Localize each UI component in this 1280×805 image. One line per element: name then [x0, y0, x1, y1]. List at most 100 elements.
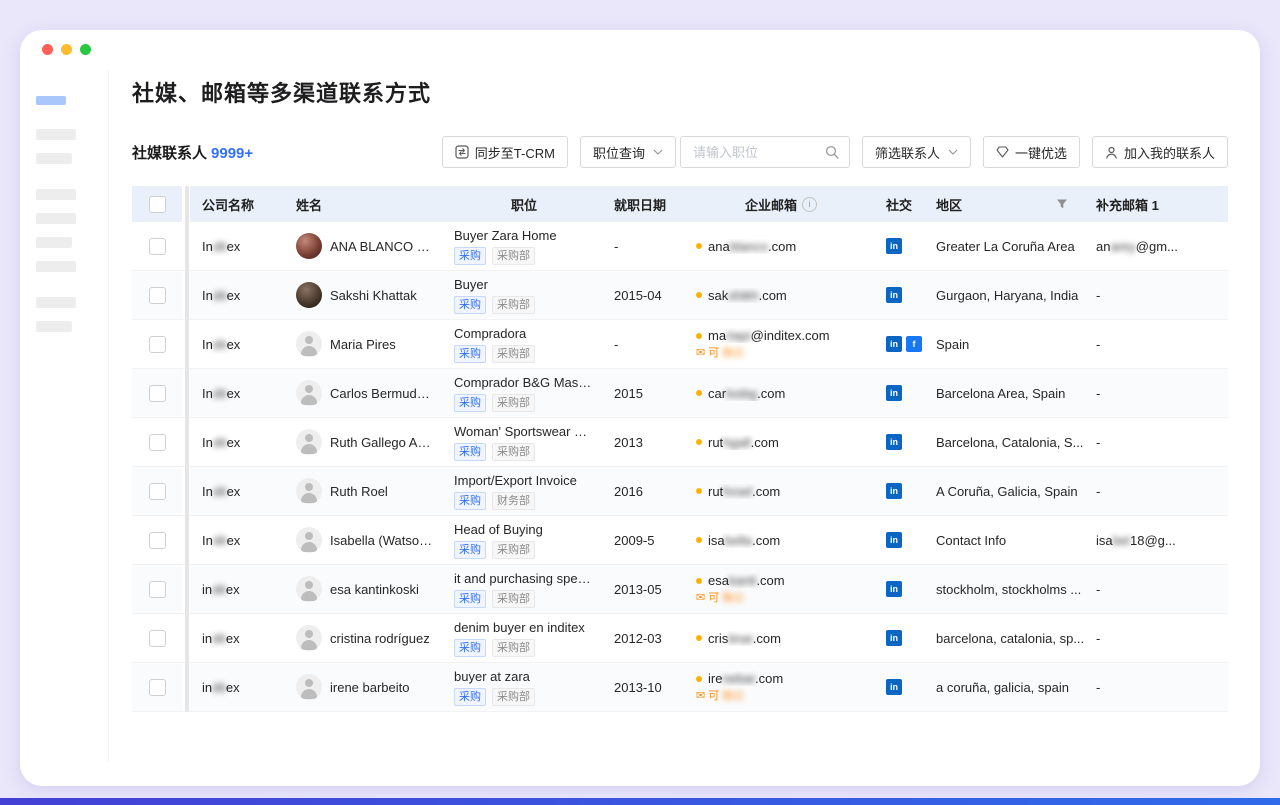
email-status-dot	[696, 537, 702, 543]
region: Greater La Coruña Area	[924, 222, 1084, 270]
extra-email: isabel18@g...	[1084, 516, 1228, 564]
contact-name: Maria Pires	[330, 337, 396, 352]
position-search-group: 职位查询	[580, 136, 850, 168]
zoom-button[interactable]	[80, 44, 91, 55]
social-icons: in	[874, 222, 924, 270]
extra-email: -	[1084, 467, 1228, 515]
sync-to-crm-button[interactable]: 同步至T-CRM	[442, 136, 568, 168]
position-query-dropdown[interactable]: 职位查询	[580, 136, 676, 168]
chevron-down-icon	[948, 149, 958, 155]
tag-department: 采购部	[492, 590, 535, 608]
company-email: ruthroel.com	[708, 484, 780, 499]
row-checkbox[interactable]	[149, 434, 166, 451]
tag-department: 采购部	[492, 639, 535, 657]
extra-email: -	[1084, 271, 1228, 319]
job-tags: 采购 采购部	[454, 688, 535, 706]
linkedin-icon[interactable]: in	[886, 287, 902, 303]
contact-name: cristina rodríguez	[330, 631, 430, 646]
search-icon[interactable]	[825, 145, 839, 159]
social-icons: in	[874, 369, 924, 417]
table-row: Inditex Carlos Bermudo Cr... Comprador B…	[132, 369, 1228, 418]
list-title: 社媒联系人9999+	[132, 142, 253, 163]
column-header-region-label: 地区	[936, 195, 962, 214]
linkedin-icon[interactable]: in	[886, 483, 902, 499]
extra-email: -	[1084, 663, 1228, 711]
company-name: Inditex	[190, 418, 284, 466]
linkedin-icon[interactable]: in	[886, 679, 902, 695]
region: barcelona, catalonia, sp...	[924, 614, 1084, 662]
row-checkbox[interactable]	[149, 679, 166, 696]
row-checkbox[interactable]	[149, 630, 166, 647]
email-line: carlosbg.com	[696, 386, 785, 401]
column-header-social: 社交	[874, 186, 924, 222]
start-date: 2013-05	[602, 565, 684, 613]
social-icons: in	[874, 516, 924, 564]
job-title: Import/Export Invoice	[454, 473, 577, 488]
avatar	[296, 527, 322, 553]
app-window: 社媒、邮箱等多渠道联系方式 社媒联系人9999+ 同步至T-CRM 职位查询	[20, 30, 1260, 786]
select-all-checkbox[interactable]	[149, 196, 166, 213]
region: Contact Info	[924, 516, 1084, 564]
linkedin-icon[interactable]: in	[886, 238, 902, 254]
row-checkbox[interactable]	[149, 581, 166, 598]
company-email: esakanti.com	[708, 573, 785, 588]
avatar	[296, 478, 322, 504]
add-to-my-contacts-button[interactable]: 加入我的联系人	[1092, 136, 1228, 168]
linkedin-icon[interactable]: in	[886, 581, 902, 597]
start-date: -	[602, 222, 684, 270]
minimize-button[interactable]	[61, 44, 72, 55]
linkedin-icon[interactable]: in	[886, 434, 902, 450]
company-name: Inditex	[190, 467, 284, 515]
linkedin-icon[interactable]: in	[886, 630, 902, 646]
region: A Coruña, Galicia, Spain	[924, 467, 1084, 515]
social-icons: in	[874, 467, 924, 515]
email-line: cristinar.com	[696, 631, 781, 646]
job-title: Buyer Zara Home	[454, 228, 557, 243]
social-icons: in	[874, 614, 924, 662]
sync-icon	[455, 145, 469, 159]
region: Gurgaon, Haryana, India	[924, 271, 1084, 319]
job-tags: 采购 采购部	[454, 345, 535, 363]
row-checkbox[interactable]	[149, 238, 166, 255]
one-click-optimize-button[interactable]: 一键优选	[983, 136, 1080, 168]
contact-name: Ruth Gallego Agulló	[330, 435, 434, 450]
contacts-table: 公司名称 姓名 职位 就职日期 企业邮箱 i 社交 地区 补充邮箱 1	[132, 186, 1228, 712]
email-status-dot	[696, 243, 702, 249]
email-status-dot	[696, 390, 702, 396]
row-checkbox[interactable]	[149, 385, 166, 402]
filter-contacts-dropdown[interactable]: 筛选联系人	[862, 136, 971, 168]
close-button[interactable]	[42, 44, 53, 55]
avatar	[296, 674, 322, 700]
company-email: isabella.com	[708, 533, 780, 548]
email-status-dot	[696, 333, 702, 339]
sidebar-skeleton-item	[36, 237, 72, 248]
window-controls	[42, 44, 91, 55]
sidebar-item-active[interactable]	[36, 96, 66, 105]
start-date: 2015	[602, 369, 684, 417]
avatar	[296, 429, 322, 455]
job-title: it and purchasing speci...	[454, 571, 594, 586]
filter-funnel-icon[interactable]	[1056, 198, 1068, 210]
column-header-date: 就职日期	[602, 186, 684, 222]
table-row: Inditex Sakshi Khattak Buyer 采购 采购部 2015…	[132, 271, 1228, 320]
reachable-badge: ✉ 可触达	[696, 591, 744, 605]
email-line: ruthgall.com	[696, 435, 779, 450]
region: stockholm, stockholms ...	[924, 565, 1084, 613]
social-icons: in	[874, 418, 924, 466]
row-checkbox[interactable]	[149, 287, 166, 304]
tag-purchase: 采购	[454, 639, 486, 657]
table-row: inditex esa kantinkoski it and purchasin…	[132, 565, 1228, 614]
row-checkbox[interactable]	[149, 336, 166, 353]
position-search-box	[680, 136, 850, 168]
social-icons: in	[874, 271, 924, 319]
linkedin-icon[interactable]: in	[886, 385, 902, 401]
info-icon[interactable]: i	[802, 197, 817, 212]
linkedin-icon[interactable]: in	[886, 532, 902, 548]
row-checkbox[interactable]	[149, 532, 166, 549]
facebook-icon[interactable]: f	[906, 336, 922, 352]
pinned-column-scrollbar[interactable]	[185, 186, 189, 712]
contact-name: Carlos Bermudo Cr...	[330, 386, 434, 401]
row-checkbox[interactable]	[149, 483, 166, 500]
linkedin-icon[interactable]: in	[886, 336, 902, 352]
position-search-input[interactable]	[691, 144, 825, 161]
